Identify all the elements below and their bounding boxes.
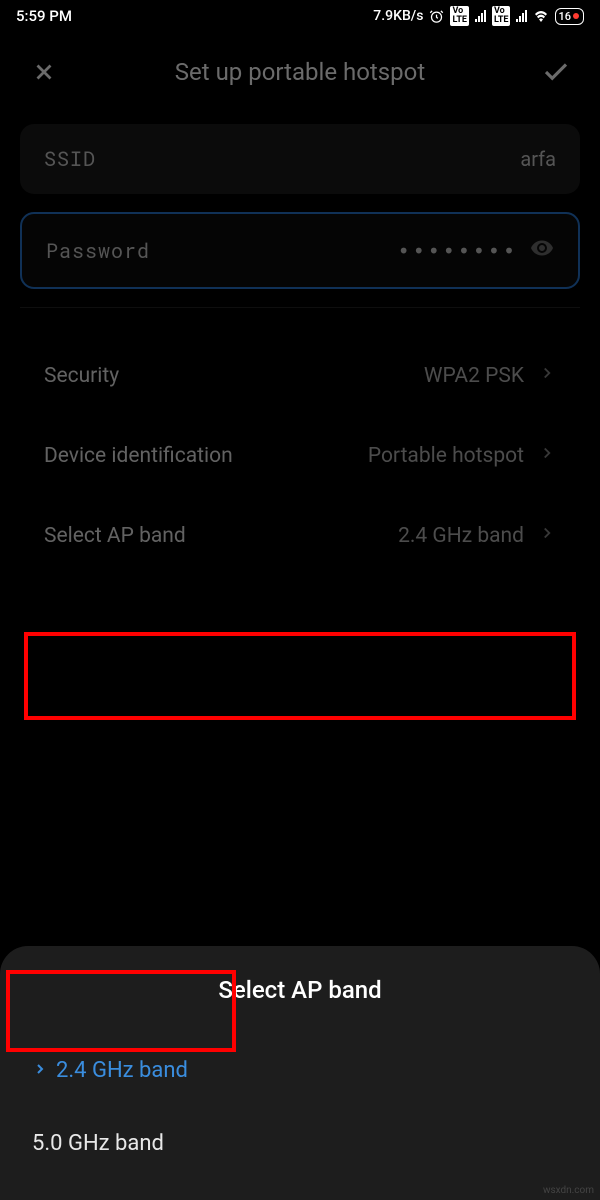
- ap-band-label: Select AP band: [44, 524, 186, 548]
- highlight-box-option: [6, 970, 236, 1052]
- status-bar: 5:59 PM 7.9KB/s VoLTE VoLTE 16: [0, 0, 600, 32]
- page-title: Set up portable hotspot: [80, 58, 520, 86]
- volte-badge-2: VoLTE: [492, 6, 511, 26]
- security-value: WPA2 PSK: [424, 364, 524, 388]
- content: SSID arfa Password •••••••• Security WPA…: [0, 112, 600, 588]
- signal-icon-2: [516, 10, 527, 22]
- confirm-button[interactable]: [536, 52, 576, 92]
- chevron-right-icon: [538, 364, 556, 388]
- chevron-right-icon: [32, 1058, 48, 1083]
- password-value: ••••••••: [398, 239, 518, 263]
- ap-band-value: 2.4 GHz band: [398, 524, 524, 548]
- device-identification-row[interactable]: Device identification Portable hotspot: [20, 416, 580, 496]
- alarm-icon: [429, 9, 444, 24]
- option-label: 5.0 GHz band: [32, 1131, 164, 1156]
- device-id-label: Device identification: [44, 444, 233, 468]
- signal-icon-1: [475, 10, 486, 22]
- security-label: Security: [44, 364, 119, 388]
- chevron-right-icon: [538, 444, 556, 468]
- ssid-value: arfa: [520, 147, 556, 171]
- wifi-icon: [533, 8, 549, 24]
- security-row[interactable]: Security WPA2 PSK: [20, 336, 580, 416]
- ssid-field[interactable]: SSID arfa: [20, 124, 580, 194]
- device-id-value: Portable hotspot: [368, 444, 524, 468]
- status-right: 7.9KB/s VoLTE VoLTE 16: [373, 6, 584, 26]
- password-field[interactable]: Password ••••••••: [20, 212, 580, 289]
- volte-badge-1: VoLTE: [450, 6, 469, 26]
- status-time: 5:59 PM: [16, 7, 373, 25]
- highlight-box-ap-band: [24, 632, 576, 720]
- ssid-label: SSID: [44, 146, 96, 172]
- select-ap-band-row[interactable]: Select AP band 2.4 GHz band: [20, 496, 580, 576]
- eye-icon[interactable]: [530, 236, 554, 265]
- password-label: Password: [46, 238, 150, 264]
- option-5-ghz[interactable]: 5.0 GHz band: [20, 1107, 580, 1180]
- battery-indicator: 16: [555, 8, 584, 25]
- data-rate: 7.9KB/s: [373, 8, 423, 24]
- watermark: wsxdn.com: [543, 1185, 594, 1196]
- close-button[interactable]: [24, 52, 64, 92]
- divider: [20, 307, 580, 308]
- header: Set up portable hotspot: [0, 32, 600, 112]
- chevron-right-icon: [538, 524, 556, 548]
- option-label: 2.4 GHz band: [56, 1058, 188, 1083]
